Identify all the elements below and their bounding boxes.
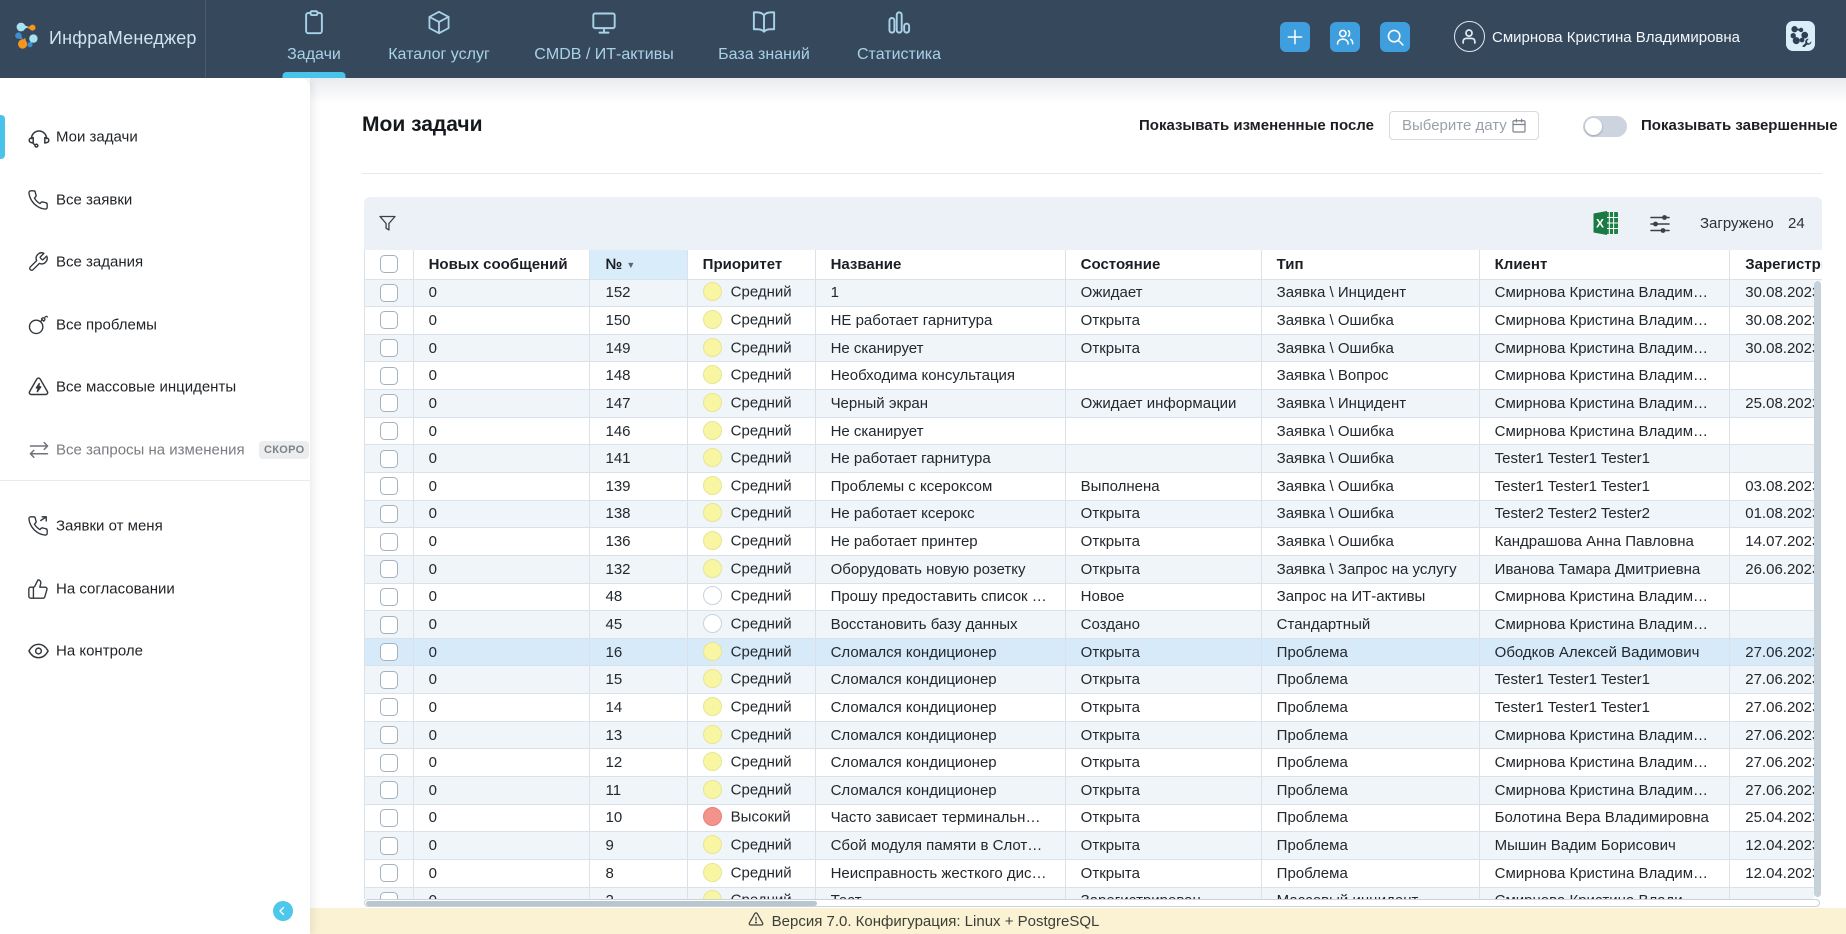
svg-text:X: X [1596,217,1604,231]
